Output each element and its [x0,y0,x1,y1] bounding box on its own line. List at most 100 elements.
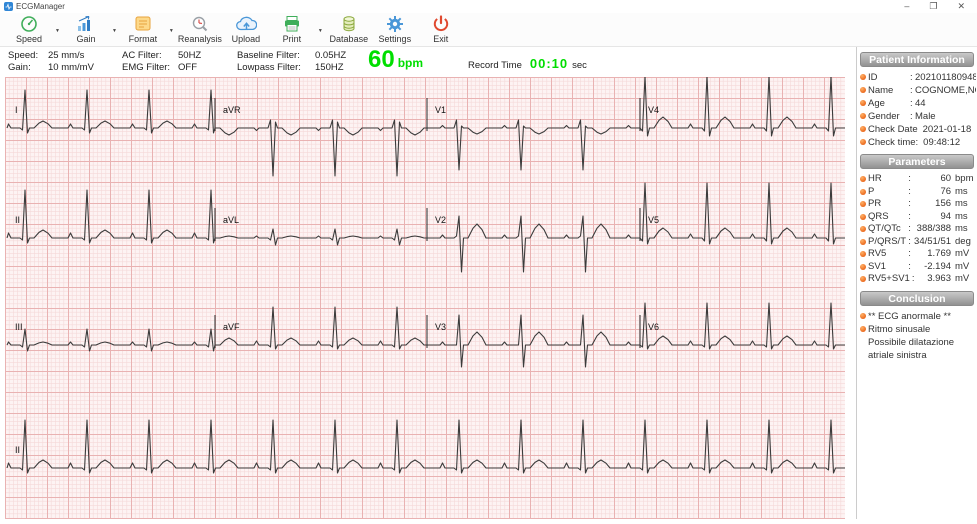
lead-label-aVL: aVL [223,215,239,225]
reanalysis-button[interactable]: Reanalysis [177,14,223,46]
lead-label-V6: V6 [648,322,659,332]
parameter-row: P/QRS/T:34/51/51 deg [860,236,976,249]
format-icon [133,15,153,33]
conclusion-header[interactable]: Conclusion [860,290,974,306]
toolbar-button-label: Speed [15,34,43,44]
speed-button[interactable]: Speed [6,14,52,46]
ecg-chart: IaVR V1 V4 II aVL V2 V5 III aVF V3 V6 II [5,75,845,519]
parameter-unit: mV [955,273,970,284]
toolbar-button-label: Upload [231,34,261,44]
parameter-label: SV1 [868,260,886,272]
settings-button[interactable]: Settings [372,14,418,46]
gain-button[interactable]: Gain [63,14,109,46]
parameter-row: RV5+SV1: 3.963 mV [860,273,976,286]
parameter-row: RV5: 1.769 mV [860,248,976,261]
print-button[interactable]: Print [269,14,315,46]
bullet-icon [860,176,866,182]
status-field: Speed: 25 mm/s [8,50,84,61]
minimize-button[interactable]: – [904,0,909,13]
parameters-header[interactable]: Parameters [860,154,974,169]
chevron-down-icon[interactable]: ▼ [112,26,117,34]
parameter-label: HR [868,173,882,184]
status-field-value: 150HZ [315,62,344,73]
patient-info-value: 09:48:12 [923,137,961,148]
patient-info-value: COGNOME,NO... [915,85,976,96]
patient-info-label: Name [868,85,894,96]
conclusion-rows: ** ECG anormale ** Ritmo sinusale Possibil… [857,308,977,365]
parameter-value: 60 [940,173,952,184]
exit-button[interactable]: Exit [418,14,464,46]
format-button[interactable]: Format [120,14,166,46]
parameter-value: 3.963 [927,273,951,284]
patient-information-rows: ID:20210118094812Name:COGNOME,NO...Age:4… [857,69,977,152]
exit-icon [432,15,450,33]
lead-label-aVR: aVR [223,105,241,115]
heart-rate-value: 60 [368,46,395,73]
toolbar-button-label: Print [282,34,302,44]
app-icon [4,2,13,11]
bullet-icon [860,74,866,80]
status-field-value: 25 mm/s [48,50,85,61]
lead-label-III: III [15,322,23,332]
parameter-value: 388/388 [916,223,952,234]
maximize-button[interactable]: ❐ [929,0,937,13]
patient-info-value: Male [915,111,936,122]
patient-information-header[interactable]: Patient Information [860,52,974,67]
status-field-label: Baseline Filter: [237,50,300,61]
patient-info-label: Check time: [868,137,919,148]
upload-button[interactable]: Upload [223,14,269,46]
right-panel: Patient Information ID:20210118094812Nam… [856,47,977,519]
parameter-label: PR [868,198,882,209]
patient-info-value: 2021-01-18 [922,124,972,135]
chevron-down-icon[interactable]: ▼ [318,26,323,34]
toolbar: Speed ▼ Gain ▼ Format ▼ Reanalysis Upload Print ▼… [0,13,977,47]
print-icon [282,15,302,33]
separator: : [908,223,911,234]
status-field: AC Filter: 50HZ [122,50,201,61]
status-field-value: 0.05HZ [315,50,347,61]
conclusion-line: ** ECG anormale ** [860,310,976,323]
bullet-icon [860,312,866,319]
record-time-unit: sec [572,60,587,71]
separator: : [908,248,911,259]
patient-info-label: ID [868,72,878,83]
toolbar-button-label: Database [329,34,369,44]
title-bar: ECGManager – ❐ ✕ [0,0,977,13]
parameter-unit: mV [955,248,970,259]
chevron-down-icon[interactable]: ▼ [55,26,60,34]
lead-label-II: II [15,445,20,455]
database-button[interactable]: Database [326,14,372,46]
separator: : [908,173,911,184]
separator: : [908,260,911,272]
parameter-unit: ms [955,210,968,222]
status-bar: Speed: 25 mm/s Gain: 10 mm/mV AC Filter: 50HZ… [0,47,852,77]
lead-label-V5: V5 [648,215,659,225]
parameters-rows: HR:60 bpm P:76 ms PR:156 ms QRS:94 ms QT/QTc:388… [857,171,977,289]
chevron-down-icon[interactable]: ▼ [169,26,174,34]
parameter-row: HR: 60 bpm [860,173,976,186]
lead-label-V1: V1 [435,105,446,115]
patient-info-value: 44 [915,98,926,109]
window-title: ECGManager [16,2,65,11]
bullet-icon [860,325,866,332]
toolbar-button-label: Settings [378,34,412,44]
patient-info-row: ID:20210118094812 [860,71,976,84]
toolbar-button-label: Format [128,34,158,44]
separator: : [908,185,911,197]
close-button[interactable]: ✕ [957,0,965,13]
patient-info-row: Name:COGNOME,NO... [860,84,976,97]
record-time-value: 00:10 [529,56,569,71]
parameter-label: RV5+SV1 [868,273,910,284]
bullet-icon [860,226,866,232]
gain-icon [76,15,96,33]
status-field-label: AC Filter: [122,50,162,61]
conclusion-text: Ritmo sinusale [868,323,931,335]
bullet-icon [860,113,866,119]
bullet-icon [860,87,866,93]
parameter-row: SV1: -2.194 mV [860,261,976,274]
parameter-label: RV5 [868,248,887,259]
patient-info-row: Gender: Male [860,110,976,123]
patient-info-row: Check Date 2021-01-18 [860,123,976,136]
bullet-icon [860,201,866,207]
